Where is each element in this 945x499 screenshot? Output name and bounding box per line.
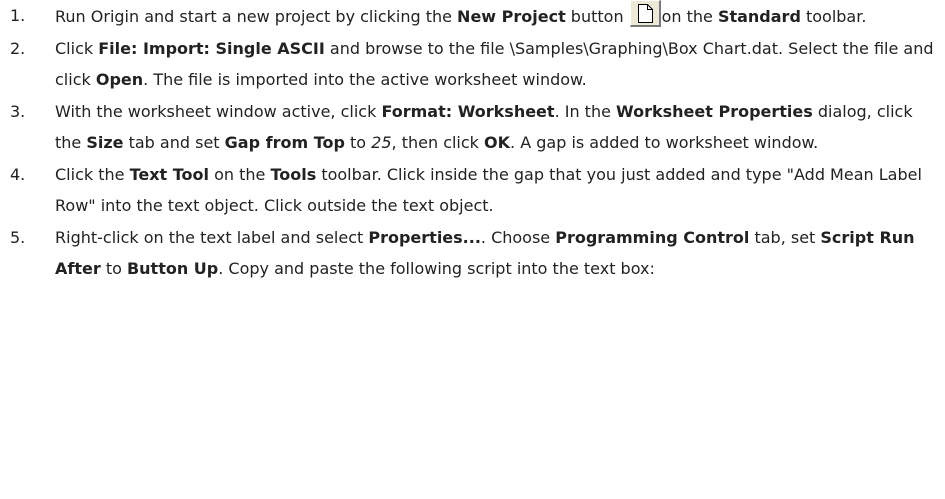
step-text: Right-click on the text label and select xyxy=(55,227,369,247)
ui-term: OK xyxy=(484,133,511,152)
step-text: With the worksheet window active, click xyxy=(55,101,382,121)
ui-term: New Project xyxy=(457,7,566,26)
step-text: to xyxy=(344,133,372,152)
step-text: . The file is imported into the active w… xyxy=(143,70,587,89)
step-text: on the xyxy=(209,164,271,184)
ui-term: Text Tool xyxy=(129,164,209,184)
step-text: . Choose xyxy=(480,227,556,247)
step-2: 2. Click File: Import: Single ASCII and b… xyxy=(0,33,945,96)
ui-term: File: Import: Single ASCII xyxy=(98,38,325,58)
step-text: on the xyxy=(661,7,718,26)
ui-term: Open xyxy=(95,70,144,89)
step-number: 2. xyxy=(10,38,26,58)
step-5: 5. Right-click on the text label and sele… xyxy=(0,222,945,285)
ui-term: Size xyxy=(86,133,124,152)
ui-term: Button Up xyxy=(126,259,219,278)
step-number: 4. xyxy=(10,164,26,184)
ui-term: Gap from Top xyxy=(224,133,345,152)
step-3: 3. With the worksheet window active, clic… xyxy=(0,96,945,159)
step-text: . Copy and paste the following script in… xyxy=(218,259,655,278)
step-4: 4. Click the Text Tool on the Tools toolb… xyxy=(0,159,945,222)
ui-term: Worksheet Properties xyxy=(616,101,813,121)
step-text: button xyxy=(565,7,624,26)
new-project-icon xyxy=(629,0,661,27)
step-text: , then click xyxy=(391,133,485,152)
instruction-list: 1. Run Origin and start a new project by … xyxy=(0,0,945,285)
step-text: toolbar. xyxy=(800,7,867,26)
step-text: Run Origin and start a new project by cl… xyxy=(55,7,458,26)
ui-term: Properties... xyxy=(368,227,481,247)
step-text: tab, set xyxy=(749,227,821,247)
value-text: 25 xyxy=(371,133,392,152)
step-number: 1. xyxy=(10,6,26,25)
step-1: 1. Run Origin and start a new project by … xyxy=(0,0,945,33)
step-text: . In the xyxy=(554,101,617,121)
ui-term: Programming Control xyxy=(555,227,750,247)
step-text: to xyxy=(100,259,127,278)
ui-term: Standard xyxy=(717,7,801,26)
step-text: tab and set xyxy=(123,133,225,152)
ui-term: Tools xyxy=(270,164,317,184)
step-text: Click xyxy=(55,38,99,58)
ui-term: Format: Worksheet xyxy=(381,101,555,121)
step-text: Click the xyxy=(55,164,130,184)
step-number: 5. xyxy=(10,227,26,247)
step-text: . A gap is added to worksheet window. xyxy=(510,133,819,152)
step-number: 3. xyxy=(10,101,26,121)
